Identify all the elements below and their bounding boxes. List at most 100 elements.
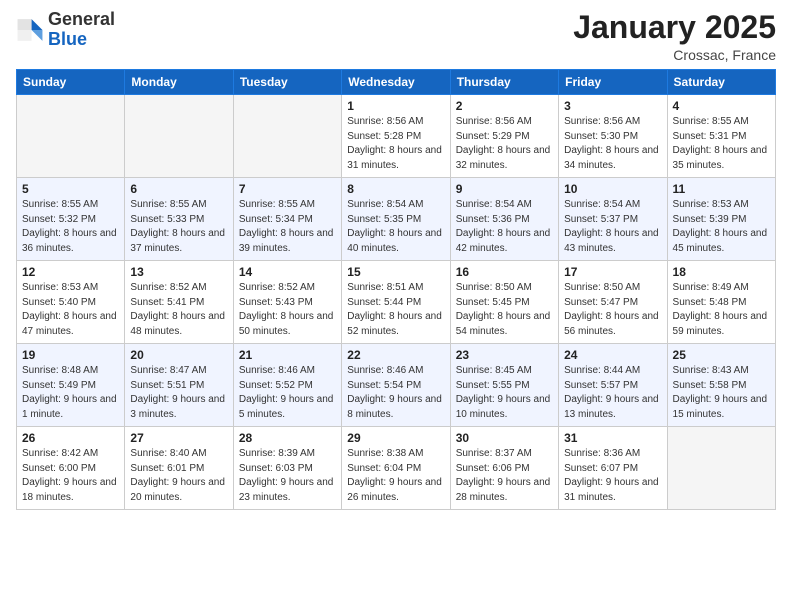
day-number: 13	[130, 265, 227, 279]
day-info: Sunrise: 8:47 AMSunset: 5:51 PMDaylight:…	[130, 364, 227, 422]
day-number: 4	[673, 99, 770, 113]
col-header-thursday: Thursday	[450, 70, 558, 95]
day-info: Sunrise: 8:38 AMSunset: 6:04 PMDaylight:…	[347, 447, 444, 505]
day-info: Sunrise: 8:56 AMSunset: 5:28 PMDaylight:…	[347, 115, 444, 173]
day-number: 26	[22, 431, 119, 445]
day-info: Sunrise: 8:39 AMSunset: 6:03 PMDaylight:…	[239, 447, 336, 505]
day-cell: 4 Sunrise: 8:55 AMSunset: 5:31 PMDaylight…	[667, 95, 775, 178]
day-number: 20	[130, 348, 227, 362]
day-info: Sunrise: 8:43 AMSunset: 5:58 PMDaylight:…	[673, 364, 770, 422]
week-row-2: 12 Sunrise: 8:53 AMSunset: 5:40 PMDayligh…	[17, 261, 776, 344]
day-info: Sunrise: 8:40 AMSunset: 6:01 PMDaylight:…	[130, 447, 227, 505]
day-number: 1	[347, 99, 444, 113]
day-number: 3	[564, 99, 661, 113]
day-cell: 16 Sunrise: 8:50 AMSunset: 5:45 PMDayligh…	[450, 261, 558, 344]
week-row-4: 26 Sunrise: 8:42 AMSunset: 6:00 PMDayligh…	[17, 427, 776, 510]
day-info: Sunrise: 8:46 AMSunset: 5:54 PMDaylight:…	[347, 364, 444, 422]
day-cell: 6 Sunrise: 8:55 AMSunset: 5:33 PMDaylight…	[125, 178, 233, 261]
day-cell: 9Sunrise: 8:54 AMSunset: 5:36 PMDaylight…	[450, 178, 558, 261]
day-info: Sunrise: 8:49 AMSunset: 5:48 PMDaylight:…	[673, 281, 770, 339]
col-header-saturday: Saturday	[667, 70, 775, 95]
day-cell: 26 Sunrise: 8:42 AMSunset: 6:00 PMDayligh…	[17, 427, 125, 510]
day-number: 23	[456, 348, 553, 362]
col-header-wednesday: Wednesday	[342, 70, 450, 95]
week-row-1: 5Sunrise: 8:55 AMSunset: 5:32 PMDaylight…	[17, 178, 776, 261]
day-number: 18	[673, 265, 770, 279]
day-number: 27	[130, 431, 227, 445]
day-cell: 31 Sunrise: 8:36 AMSunset: 6:07 PMDayligh…	[559, 427, 667, 510]
day-info: Sunrise: 8:56 AMSunset: 5:30 PMDaylight:…	[564, 115, 661, 173]
day-number: 16	[456, 265, 553, 279]
day-number: 10	[564, 182, 661, 196]
day-info: Sunrise: 8:53 AMSunset: 5:40 PMDaylight:…	[22, 281, 119, 339]
col-header-tuesday: Tuesday	[233, 70, 341, 95]
day-cell: 21 Sunrise: 8:46 AMSunset: 5:52 PMDayligh…	[233, 344, 341, 427]
day-cell: 23Sunrise: 8:45 AMSunset: 5:55 PMDayligh…	[450, 344, 558, 427]
day-cell: 11Sunrise: 8:53 AMSunset: 5:39 PMDayligh…	[667, 178, 775, 261]
day-number: 12	[22, 265, 119, 279]
day-cell: 14 Sunrise: 8:52 AMSunset: 5:43 PMDayligh…	[233, 261, 341, 344]
day-info: Sunrise: 8:52 AMSunset: 5:43 PMDaylight:…	[239, 281, 336, 339]
day-info: Sunrise: 8:50 AMSunset: 5:47 PMDaylight:…	[564, 281, 661, 339]
day-cell	[667, 427, 775, 510]
day-number: 22	[347, 348, 444, 362]
day-info: Sunrise: 8:50 AMSunset: 5:45 PMDaylight:…	[456, 281, 553, 339]
day-info: Sunrise: 8:36 AMSunset: 6:07 PMDaylight:…	[564, 447, 661, 505]
day-cell: 5Sunrise: 8:55 AMSunset: 5:32 PMDaylight…	[17, 178, 125, 261]
day-number: 7	[239, 182, 336, 196]
day-number: 21	[239, 348, 336, 362]
day-info: Sunrise: 8:55 AMSunset: 5:31 PMDaylight:…	[673, 115, 770, 173]
day-cell: 12 Sunrise: 8:53 AMSunset: 5:40 PMDayligh…	[17, 261, 125, 344]
col-header-monday: Monday	[125, 70, 233, 95]
day-number: 31	[564, 431, 661, 445]
week-row-0: 1 Sunrise: 8:56 AMSunset: 5:28 PMDaylight…	[17, 95, 776, 178]
day-cell: 18 Sunrise: 8:49 AMSunset: 5:48 PMDayligh…	[667, 261, 775, 344]
day-number: 30	[456, 431, 553, 445]
day-number: 28	[239, 431, 336, 445]
header: General Blue January 2025 Crossac, Franc…	[16, 10, 776, 63]
day-info: Sunrise: 8:51 AMSunset: 5:44 PMDaylight:…	[347, 281, 444, 339]
logo-icon	[16, 16, 44, 44]
day-cell: 27 Sunrise: 8:40 AMSunset: 6:01 PMDayligh…	[125, 427, 233, 510]
day-cell: 19 Sunrise: 8:48 AMSunset: 5:49 PMDayligh…	[17, 344, 125, 427]
day-number: 8	[347, 182, 444, 196]
logo-text: General Blue	[48, 10, 115, 50]
col-header-sunday: Sunday	[17, 70, 125, 95]
day-cell: 20 Sunrise: 8:47 AMSunset: 5:51 PMDayligh…	[125, 344, 233, 427]
day-cell: 17 Sunrise: 8:50 AMSunset: 5:47 PMDayligh…	[559, 261, 667, 344]
day-cell	[233, 95, 341, 178]
day-info: Sunrise: 8:55 AMSunset: 5:34 PMDaylight:…	[239, 198, 336, 256]
day-info: Sunrise: 8:37 AMSunset: 6:06 PMDaylight:…	[456, 447, 553, 505]
day-info: Sunrise: 8:56 AMSunset: 5:29 PMDaylight:…	[456, 115, 553, 173]
logo-blue: Blue	[48, 29, 87, 49]
day-cell: 30 Sunrise: 8:37 AMSunset: 6:06 PMDayligh…	[450, 427, 558, 510]
day-info: Sunrise: 8:48 AMSunset: 5:49 PMDaylight:…	[22, 364, 119, 422]
day-info: Sunrise: 8:54 AMSunset: 5:37 PMDaylight:…	[564, 198, 661, 256]
day-info: Sunrise: 8:44 AMSunset: 5:57 PMDaylight:…	[564, 364, 661, 422]
day-info: Sunrise: 8:54 AMSunset: 5:35 PMDaylight:…	[347, 198, 444, 256]
title-block: January 2025 Crossac, France	[573, 10, 776, 63]
day-number: 14	[239, 265, 336, 279]
day-number: 5	[22, 182, 119, 196]
day-number: 17	[564, 265, 661, 279]
logo-general: General	[48, 9, 115, 29]
day-info: Sunrise: 8:55 AMSunset: 5:33 PMDaylight:…	[130, 198, 227, 256]
day-info: Sunrise: 8:42 AMSunset: 6:00 PMDaylight:…	[22, 447, 119, 505]
day-number: 25	[673, 348, 770, 362]
calendar-subtitle: Crossac, France	[573, 47, 776, 63]
calendar-table: SundayMondayTuesdayWednesdayThursdayFrid…	[16, 69, 776, 510]
col-header-friday: Friday	[559, 70, 667, 95]
day-number: 24	[564, 348, 661, 362]
calendar-title: January 2025	[573, 10, 776, 45]
day-number: 2	[456, 99, 553, 113]
day-number: 11	[673, 182, 770, 196]
day-info: Sunrise: 8:46 AMSunset: 5:52 PMDaylight:…	[239, 364, 336, 422]
day-number: 29	[347, 431, 444, 445]
day-cell: 28 Sunrise: 8:39 AMSunset: 6:03 PMDayligh…	[233, 427, 341, 510]
day-number: 19	[22, 348, 119, 362]
day-number: 6	[130, 182, 227, 196]
day-cell: 24 Sunrise: 8:44 AMSunset: 5:57 PMDayligh…	[559, 344, 667, 427]
day-cell	[17, 95, 125, 178]
day-info: Sunrise: 8:54 AMSunset: 5:36 PMDaylight:…	[456, 198, 553, 256]
day-cell	[125, 95, 233, 178]
